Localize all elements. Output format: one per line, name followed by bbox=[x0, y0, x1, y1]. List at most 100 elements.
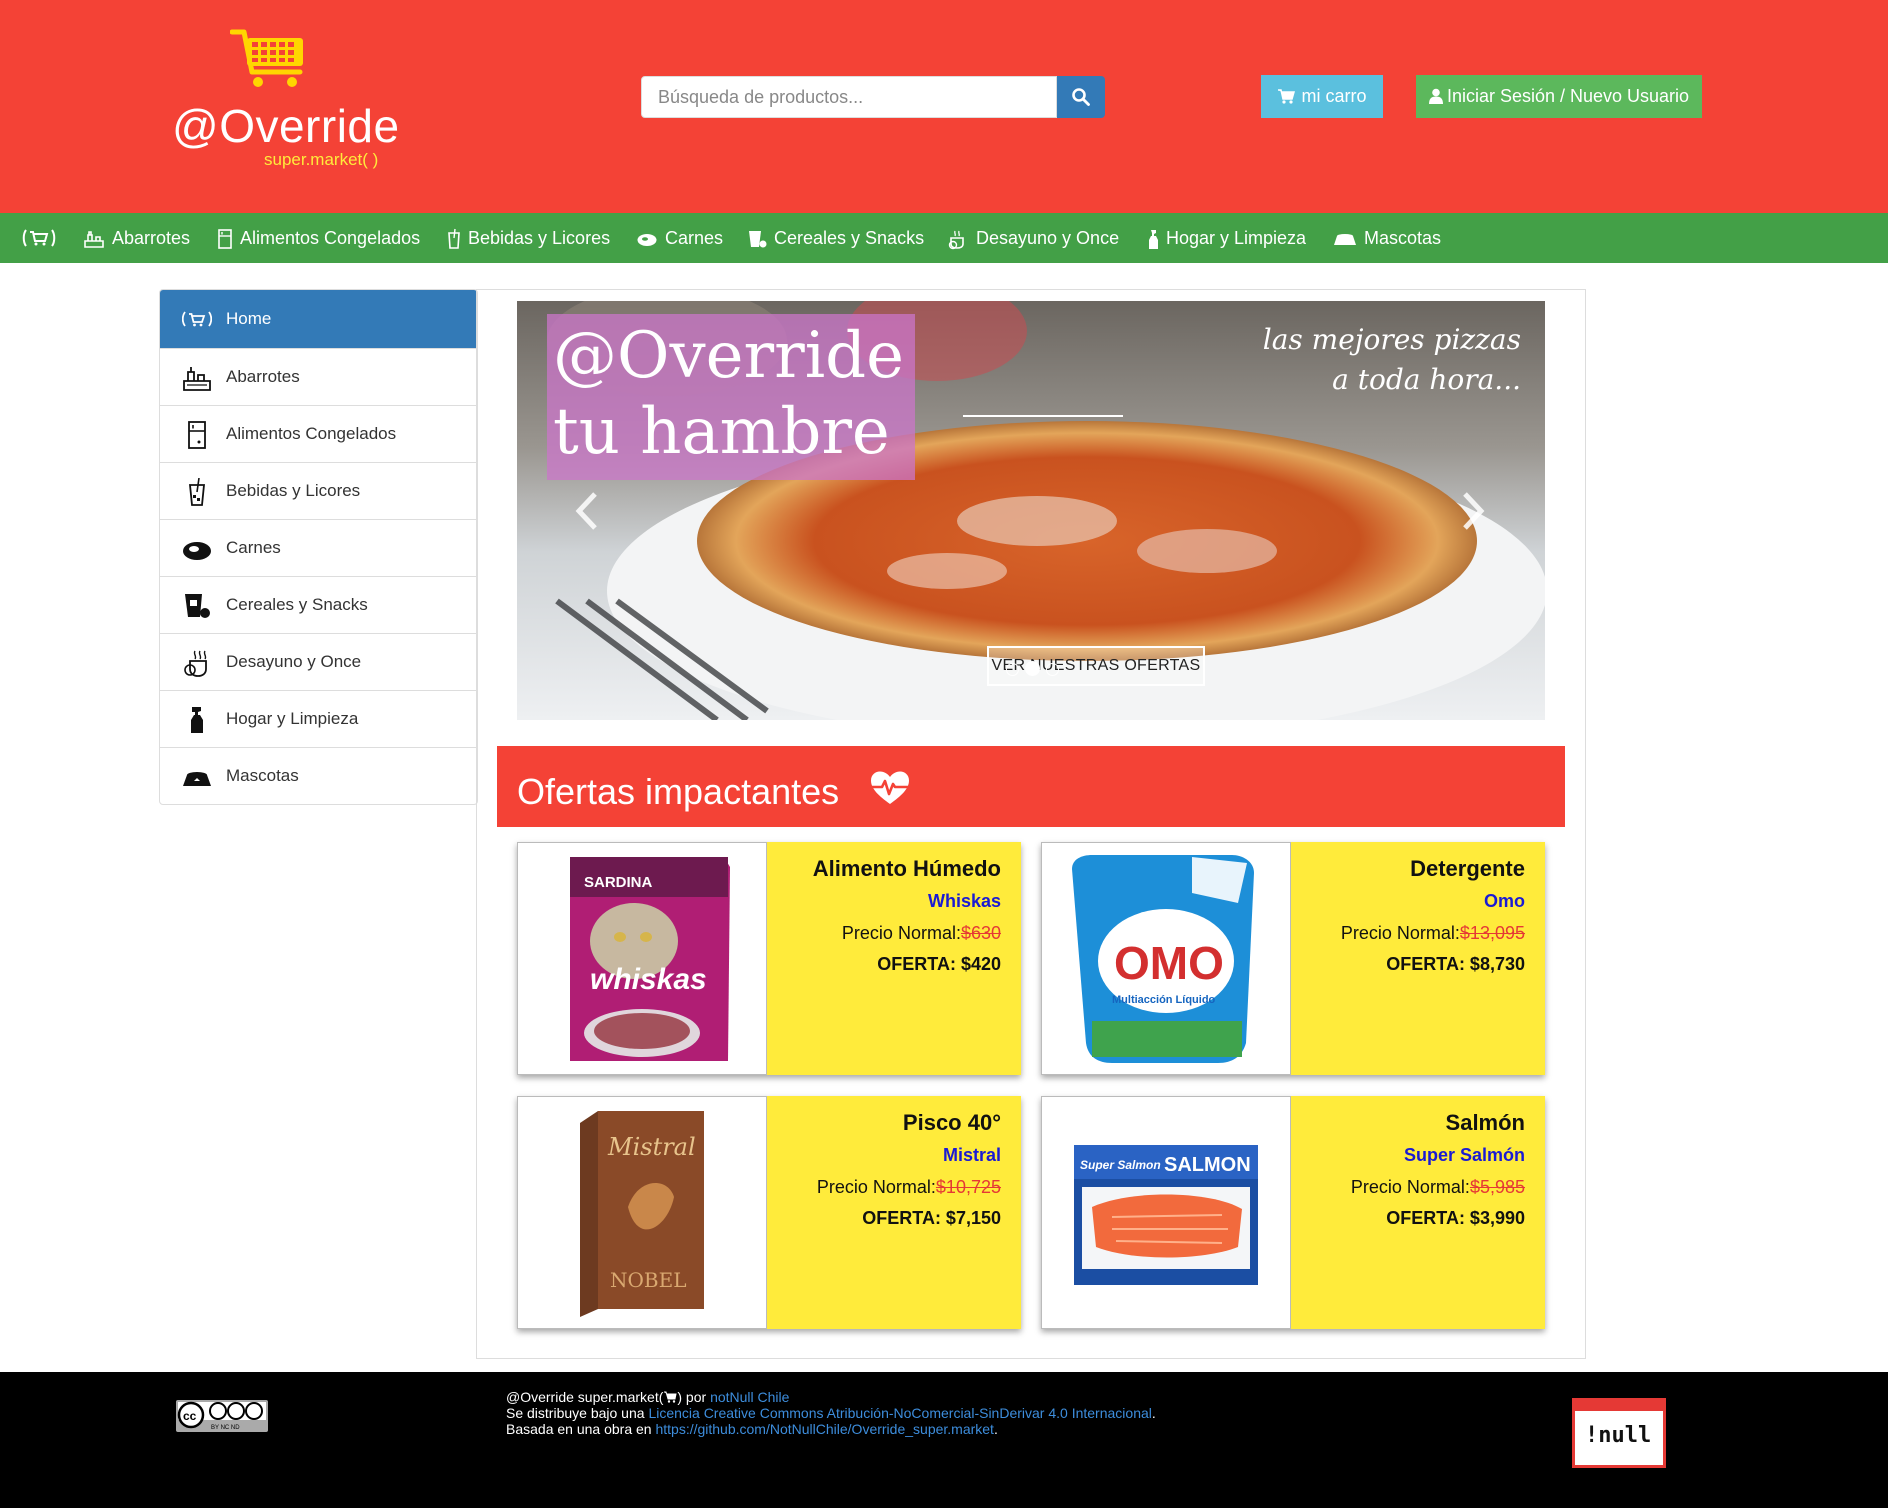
product-name: Salmón bbox=[1445, 1110, 1525, 1135]
cart-icon bbox=[664, 1391, 677, 1403]
carousel-indicators bbox=[1003, 661, 1062, 681]
nav-item-desayuno-once[interactable]: Desayuno y Once bbox=[947, 213, 1119, 263]
cleaning-icon bbox=[191, 707, 203, 733]
product-offer-price: OFERTA: $8,730 bbox=[1386, 954, 1525, 974]
sidebar-item-label: Bebidas y Licores bbox=[226, 481, 361, 500]
site-logo[interactable]: @Override super.market( ) bbox=[172, 26, 402, 176]
product-name: Alimento Húmedo bbox=[812, 856, 1001, 881]
normal-price-label: Precio Normal: bbox=[841, 923, 961, 943]
decorative-line bbox=[963, 415, 1123, 417]
nav-item-abarrotes[interactable]: Abarrotes bbox=[83, 213, 190, 263]
nav-item-bebidas-licores[interactable]: Bebidas y Licores bbox=[447, 213, 610, 263]
product-image-subtitle: NOBEL bbox=[610, 1268, 686, 1292]
footer-line-1-text2: ) por bbox=[677, 1389, 711, 1405]
category-navbar: Abarrotes Alimentos Congelados Bebidas y… bbox=[0, 213, 1888, 263]
offers-title: Ofertas impactantes bbox=[517, 771, 840, 812]
nav-item-alimentos-congelados[interactable]: Alimentos Congelados bbox=[217, 213, 420, 263]
notnull-logo-text: !null bbox=[1585, 1423, 1652, 1448]
github-link[interactable]: https://github.com/NotNullChile/Override… bbox=[655, 1421, 993, 1437]
sidebar-item-label: Abarrotes bbox=[226, 367, 300, 386]
carousel-indicator[interactable] bbox=[1046, 663, 1059, 676]
groceries-icon bbox=[84, 231, 104, 249]
nav-home-link[interactable] bbox=[22, 227, 56, 254]
cc-license-icon: cc BY NC ND bbox=[176, 1400, 268, 1432]
sidebar-item-mascotas[interactable]: Mascotas bbox=[160, 747, 477, 804]
cart-button[interactable]: mi carro bbox=[1261, 75, 1383, 118]
sidebar-menu: Home Abarrotes Alimentos Congelados Bebi… bbox=[159, 289, 478, 805]
search-button[interactable] bbox=[1057, 76, 1105, 118]
carousel-prev-arrow[interactable] bbox=[575, 491, 599, 536]
cart-icon bbox=[22, 229, 56, 247]
hero-carousel[interactable]: @Override tu hambre las mejores pizzas a… bbox=[517, 301, 1545, 720]
sidebar-item-abarrotes[interactable]: Abarrotes bbox=[160, 348, 477, 405]
snacks-icon bbox=[185, 594, 210, 618]
drink-icon bbox=[448, 229, 460, 250]
product-brand[interactable]: Super Salmón bbox=[1404, 1145, 1525, 1166]
tagline-line-1: las mejores pizzas bbox=[1262, 323, 1521, 356]
chevron-right-icon bbox=[1463, 492, 1485, 530]
search-input[interactable] bbox=[641, 76, 1057, 118]
carousel-indicator[interactable] bbox=[1006, 663, 1019, 676]
sidebar-item-carnes[interactable]: Carnes bbox=[160, 519, 477, 576]
notnull-link[interactable]: notNull Chile bbox=[710, 1389, 789, 1405]
product-image-subtitle: SARDINA bbox=[584, 874, 653, 891]
product-brand[interactable]: Whiskas bbox=[928, 891, 1001, 912]
meat-icon bbox=[637, 234, 657, 247]
nav-item-hogar-limpieza[interactable]: Hogar y Limpieza bbox=[1147, 213, 1306, 263]
product-image[interactable]: SARDINA whiskas bbox=[517, 842, 767, 1075]
sidebar-item-desayuno-once[interactable]: Desayuno y Once bbox=[160, 633, 477, 690]
sidebar-item-hogar-limpieza[interactable]: Hogar y Limpieza bbox=[160, 690, 477, 747]
nav-item-label: Bebidas y Licores bbox=[468, 228, 611, 248]
logo-subtitle: super.market( ) bbox=[264, 150, 379, 169]
product-card[interactable]: Mistral NOBEL Pisco 40° Mistral Precio N… bbox=[517, 1096, 1021, 1329]
license-link[interactable]: Licencia Creative Commons Atribución-NoC… bbox=[648, 1405, 1151, 1421]
sidebar-item-home[interactable]: Home bbox=[160, 290, 477, 348]
creative-commons-badge[interactable]: cc BY NC ND bbox=[176, 1400, 268, 1437]
search-icon bbox=[1072, 88, 1090, 106]
product-brand[interactable]: Mistral bbox=[943, 1145, 1001, 1166]
nav-item-cereales-snacks[interactable]: Cereales y Snacks bbox=[747, 213, 924, 263]
product-offer-price: OFERTA: $420 bbox=[877, 954, 1001, 974]
notnull-logo[interactable]: !null bbox=[1572, 1398, 1666, 1468]
carousel-next-arrow[interactable] bbox=[1461, 491, 1485, 536]
product-normal-price: Precio Normal:$630 bbox=[842, 923, 1001, 944]
nav-item-label: Cereales y Snacks bbox=[774, 228, 925, 248]
product-image-subtitle: Super Salmon bbox=[1080, 1158, 1161, 1172]
sidebar-item-alimentos-congelados[interactable]: Alimentos Congelados bbox=[160, 405, 477, 462]
caption-line-2: tu hambre bbox=[553, 395, 890, 469]
login-button[interactable]: Iniciar Sesión / Nuevo Usuario bbox=[1416, 75, 1702, 118]
product-name: Detergente bbox=[1410, 856, 1525, 881]
search-bar bbox=[641, 76, 1105, 118]
breakfast-icon bbox=[184, 650, 207, 677]
footer-line-3: Basada en una obra en https://github.com… bbox=[506, 1421, 1156, 1437]
product-image[interactable]: Super Salmon SALMON bbox=[1041, 1096, 1291, 1329]
product-image-brand: OMO bbox=[1114, 937, 1224, 989]
salmon-package-image: Super Salmon SALMON bbox=[1074, 1145, 1258, 1285]
sidebar-item-label: Home bbox=[226, 309, 272, 328]
groceries-icon bbox=[183, 367, 211, 391]
logo-title: @Override bbox=[172, 100, 400, 152]
product-image-brand: Mistral bbox=[607, 1133, 696, 1161]
footer-line-1-text: @Override super.market( bbox=[506, 1389, 664, 1405]
carousel-indicator-active[interactable] bbox=[1025, 661, 1040, 676]
cart-button-label: mi carro bbox=[1301, 86, 1367, 106]
nav-item-mascotas[interactable]: Mascotas bbox=[1333, 213, 1441, 263]
caption-line-1: @Override bbox=[553, 319, 904, 393]
pet-bowl-icon bbox=[183, 772, 211, 786]
sidebar-item-bebidas-licores[interactable]: Bebidas y Licores bbox=[160, 462, 477, 519]
product-card[interactable]: OMO Multiacción Líquido Detergente Omo P… bbox=[1041, 842, 1545, 1075]
product-image[interactable]: Mistral NOBEL bbox=[517, 1096, 767, 1329]
normal-price-value: $630 bbox=[960, 923, 1001, 943]
product-image[interactable]: OMO Multiacción Líquido bbox=[1041, 842, 1291, 1075]
nav-item-carnes[interactable]: Carnes bbox=[636, 213, 723, 263]
footer-line-3-end: . bbox=[993, 1421, 998, 1437]
tagline-line-2: a toda hora... bbox=[1332, 363, 1521, 396]
nav-item-label: Carnes bbox=[665, 228, 724, 248]
product-card[interactable]: Super Salmon SALMON Salmón Super Salmón … bbox=[1041, 1096, 1545, 1329]
sidebar-item-label: Alimentos Congelados bbox=[226, 424, 397, 443]
sidebar-item-label: Hogar y Limpieza bbox=[226, 709, 359, 728]
freezer-icon bbox=[218, 229, 232, 250]
sidebar-item-cereales-snacks[interactable]: Cereales y Snacks bbox=[160, 576, 477, 633]
product-brand[interactable]: Omo bbox=[1484, 891, 1525, 912]
product-card[interactable]: SARDINA whiskas Alimento Húmedo Whiskas … bbox=[517, 842, 1021, 1075]
